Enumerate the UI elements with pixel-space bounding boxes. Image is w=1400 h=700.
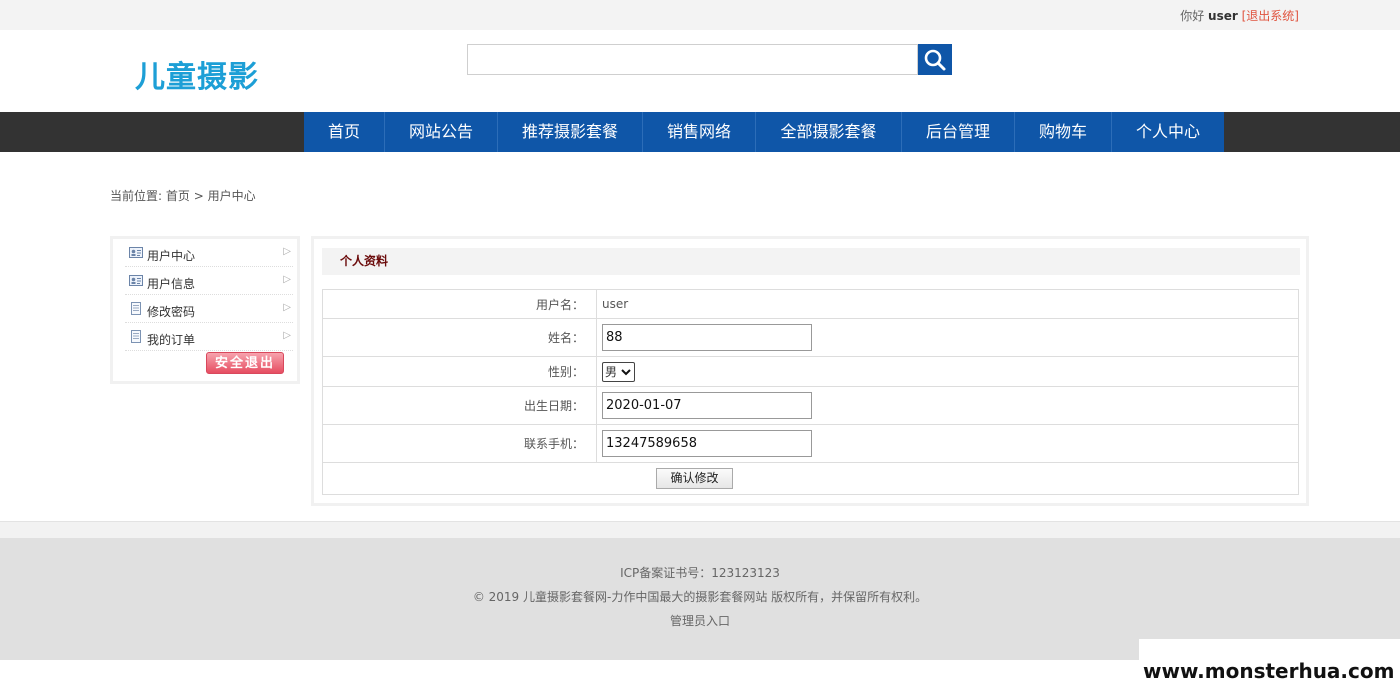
sidebar-item-change-password[interactable]: 修改密码 ▷ xyxy=(125,297,293,323)
nav-cart[interactable]: 购物车 xyxy=(1015,112,1112,152)
sidebar-item-user-info[interactable]: 用户信息 ▷ xyxy=(125,269,293,295)
top-bar: 你好 user [退出系统] xyxy=(0,0,1400,30)
logout-link[interactable]: [退出系统] xyxy=(1242,9,1299,23)
profile-form: 用户名： user 姓名： 性别： 男 出生日期： 联系手机： xyxy=(322,289,1299,495)
gender-selected-value: 男 xyxy=(605,365,618,379)
username-label: 用户名： xyxy=(323,290,597,318)
name-label: 姓名： xyxy=(323,319,597,356)
nav-announcements[interactable]: 网站公告 xyxy=(385,112,498,152)
panel-title: 个人资料 xyxy=(322,248,1300,275)
header: 儿童摄影 xyxy=(0,30,1400,112)
form-row-gender: 性别： 男 xyxy=(323,357,1298,387)
breadcrumb-home[interactable]: 首页 xyxy=(166,189,190,203)
watermark: www.monsterhua.com xyxy=(1139,639,1400,700)
nav-sales-network[interactable]: 销售网络 xyxy=(643,112,756,152)
document-icon xyxy=(131,302,141,315)
document-icon xyxy=(131,330,141,343)
id-card-icon xyxy=(129,247,143,258)
sidebar-item-user-center[interactable]: 用户中心 ▷ xyxy=(125,241,293,267)
form-row-username: 用户名： user xyxy=(323,290,1298,319)
id-card-icon xyxy=(129,275,143,286)
gender-label: 性别： xyxy=(323,357,597,386)
search-input[interactable] xyxy=(467,44,918,75)
admin-entry-link[interactable]: 管理员入口 xyxy=(0,612,1400,629)
form-row-submit: 确认修改 xyxy=(323,463,1298,494)
breadcrumb-separator: > xyxy=(189,189,208,203)
birthdate-input[interactable] xyxy=(602,392,812,419)
sidebar-item-label: 用户信息 xyxy=(147,277,196,291)
main-nav: 首页 网站公告 推荐摄影套餐 销售网络 全部摄影套餐 后台管理 购物车 个人中心 xyxy=(304,112,1224,152)
sidebar-item-my-orders[interactable]: 我的订单 ▷ xyxy=(125,325,293,351)
form-row-phone: 联系手机： xyxy=(323,425,1298,463)
arrow-right-icon: ▷ xyxy=(283,246,291,257)
form-row-name: 姓名： xyxy=(323,319,1298,357)
search-icon xyxy=(924,49,946,71)
sidebar-item-label: 我的订单 xyxy=(147,333,196,347)
confirm-edit-button[interactable]: 确认修改 xyxy=(656,468,733,489)
greeting-text: 你好 xyxy=(1180,9,1205,23)
nav-admin[interactable]: 后台管理 xyxy=(902,112,1015,152)
breadcrumb-prefix: 当前位置: xyxy=(110,189,166,203)
watermark-text: www.monsterhua.com xyxy=(1143,659,1395,683)
arrow-right-icon: ▷ xyxy=(283,274,291,285)
footer-divider xyxy=(0,521,1400,538)
nav-home[interactable]: 首页 xyxy=(304,112,385,152)
footer-copyright: © 2019 儿童摄影套餐网-力作中国最大的摄影套餐网站 版权所有，并保留所有权… xyxy=(472,590,928,604)
nav-all-packages[interactable]: 全部摄影套餐 xyxy=(756,112,902,152)
profile-panel: 个人资料 用户名： user 姓名： 性别： 男 出生日期： xyxy=(311,236,1309,506)
username-value: user xyxy=(602,297,629,311)
form-row-birthdate: 出生日期： xyxy=(323,387,1298,425)
search-button[interactable] xyxy=(918,44,952,75)
site-logo[interactable]: 儿童摄影 xyxy=(135,52,259,96)
main-nav-bar: 首页 网站公告 推荐摄影套餐 销售网络 全部摄影套餐 后台管理 购物车 个人中心 xyxy=(0,112,1400,152)
user-greeting: 你好 user [退出系统] xyxy=(1180,7,1299,24)
sidebar-item-label: 修改密码 xyxy=(147,305,196,319)
username-text: user xyxy=(1208,9,1238,23)
arrow-right-icon: ▷ xyxy=(283,302,291,313)
breadcrumb: 当前位置: 首页 > 用户中心 xyxy=(110,187,256,204)
footer-icp: ICP备案证书号：123123123 xyxy=(620,566,780,580)
nav-personal-center[interactable]: 个人中心 xyxy=(1112,112,1224,152)
nav-recommended-packages[interactable]: 推荐摄影套餐 xyxy=(498,112,643,152)
chevron-down-icon xyxy=(621,368,631,375)
breadcrumb-current: 用户中心 xyxy=(207,189,256,203)
safe-logout-button[interactable]: 安全退出 xyxy=(206,352,284,374)
gender-select[interactable]: 男 xyxy=(602,361,636,382)
arrow-right-icon: ▷ xyxy=(283,330,291,341)
sidebar: 用户中心 ▷ 用户信息 ▷ 修改密码 ▷ 我的订单 ▷ 安全退出 xyxy=(110,236,300,384)
phone-label: 联系手机： xyxy=(323,425,597,462)
sidebar-item-label: 用户中心 xyxy=(147,249,196,263)
birthdate-label: 出生日期： xyxy=(323,387,597,424)
name-input[interactable] xyxy=(602,324,812,351)
phone-input[interactable] xyxy=(602,430,812,457)
